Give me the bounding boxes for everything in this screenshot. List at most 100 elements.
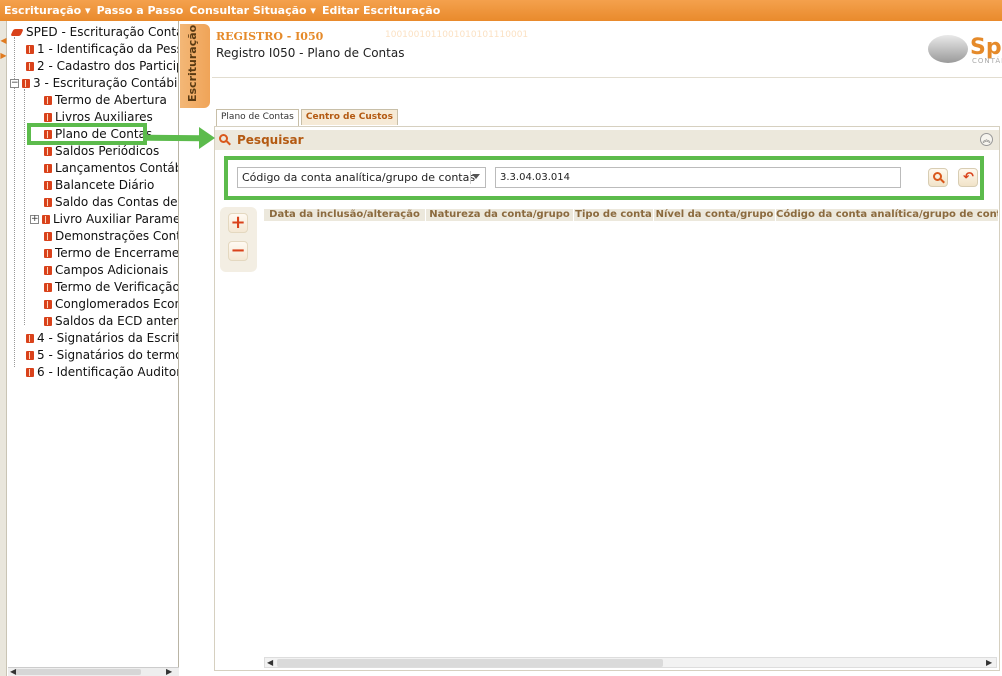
tree-item-label: 1 - Identificação da Pessoa Jurídica: [37, 42, 178, 56]
tree-item-termo-abertura[interactable]: Termo de Abertura: [44, 92, 167, 109]
annotation-arrow: [146, 134, 202, 142]
menu-consultar-situacao[interactable]: Consultar Situação ▾: [189, 4, 316, 17]
menu-editar-escrituracao[interactable]: Editar Escrituração: [322, 4, 440, 17]
col-codigo-conta[interactable]: Código da conta analítica/grupo de conta…: [776, 209, 999, 221]
search-title: Pesquisar: [237, 133, 304, 147]
grid-header: Data da inclusão/alteração Natureza da c…: [264, 209, 999, 221]
tree-item-5[interactable]: 5 - Signatários do termo de verificação: [26, 347, 179, 364]
tab-escrituracao-vertical[interactable]: Escrituração: [180, 24, 210, 108]
vertical-tab-label: Escrituração: [186, 24, 199, 102]
tree-item-label: Demonstrações Contábeis: [55, 229, 179, 243]
tree-item-campos-adicionais[interactable]: Campos Adicionais: [44, 262, 168, 279]
book-icon: [42, 215, 50, 224]
tree-item-label: Campos Adicionais: [55, 263, 169, 277]
tree-item-label: 2 - Cadastro dos Participantes: [37, 59, 178, 73]
tree-item-label: Saldos Periódicos: [55, 144, 160, 158]
tree-item-label: Termo de Abertura: [55, 93, 167, 107]
collapse-left-icon[interactable]: ◀: [0, 36, 7, 46]
scroll-thumb[interactable]: [277, 659, 663, 667]
scroll-right-icon[interactable]: ▶: [986, 658, 992, 667]
tree-item-saldos-ecd[interactable]: Saldos da ECD anterior: [44, 313, 178, 330]
tree-item-termo-verificacao[interactable]: Termo de Verificação: [44, 279, 178, 296]
book-icon: [44, 181, 52, 190]
collapse-strip[interactable]: ◀ ▶: [0, 21, 7, 676]
tree-root-label: SPED - Escrituração Contábil: [26, 25, 178, 39]
sped-logo: Sped CONTÁBIL: [928, 33, 1002, 67]
search-value-input[interactable]: 3.3.04.03.014: [495, 167, 901, 188]
tree-item-label: Termo de Encerramento: [55, 246, 179, 260]
tree-root[interactable]: SPED - Escrituração Contábil: [10, 24, 178, 41]
col-tipo-conta[interactable]: Tipo de conta: [574, 209, 654, 221]
tree-item-label: 3 - Escrituração Contábil: [33, 76, 179, 90]
undo-icon: ↶: [963, 170, 974, 185]
sped-icon: [10, 29, 24, 36]
tree-item-6[interactable]: 6 - Identificação Auditores: [26, 364, 178, 381]
search-filter-highlight: Código da conta analítica/grupo de conta…: [224, 156, 984, 200]
scroll-left-icon[interactable]: ◀: [267, 658, 273, 667]
search-icon: [219, 134, 231, 146]
undo-button[interactable]: ↶: [958, 168, 978, 187]
remove-button[interactable]: −: [228, 241, 248, 261]
book-icon: [26, 368, 34, 377]
col-natureza[interactable]: Natureza da conta/grupo: [426, 209, 574, 221]
tab-centro-de-custos[interactable]: Centro de Custos: [300, 109, 398, 125]
tree-item-label: 4 - Signatários da Escrituração: [37, 331, 179, 345]
logo-subtitle: CONTÁBIL: [972, 57, 1002, 65]
register-code: REGISTRO - I050: [216, 30, 324, 43]
book-icon: [44, 232, 52, 241]
search-field-selected: Código da conta analítica/grupo de conta…: [242, 171, 476, 184]
tree-item-3[interactable]: − 3 - Escrituração Contábil: [10, 75, 179, 92]
tree-item-balancete[interactable]: Balancete Diário: [44, 177, 154, 194]
tree-item-lancamentos[interactable]: Lançamentos Contábeis: [44, 160, 178, 177]
col-nivel[interactable]: Nível da conta/grupo: [654, 209, 776, 221]
scroll-right-icon[interactable]: ▶: [166, 667, 172, 676]
tree-item-label: Saldo das Contas de Resultado: [55, 195, 178, 209]
tree-horizontal-scrollbar[interactable]: ◀ ▶: [8, 667, 179, 676]
book-icon: [44, 96, 52, 105]
book-icon: [44, 300, 52, 309]
tree-item-2[interactable]: 2 - Cadastro dos Participantes: [26, 58, 178, 75]
tree-item-termo-encerramento[interactable]: Termo de Encerramento: [44, 245, 179, 262]
grid-horizontal-scrollbar[interactable]: ◀ ▶: [264, 657, 997, 668]
book-icon: [44, 249, 52, 258]
expand-icon[interactable]: +: [30, 215, 39, 224]
scroll-thumb[interactable]: [16, 669, 141, 675]
content-panel: Pesquisar ︽ Código da conta analítica/gr…: [214, 126, 1000, 671]
book-icon: [26, 351, 34, 360]
tree-item-saldos-periodicos[interactable]: Saldos Periódicos: [44, 143, 159, 160]
tree-item-conglomerados[interactable]: Conglomerados Econômicos: [44, 296, 178, 313]
tab-plano-de-contas[interactable]: Plano de Contas: [216, 109, 299, 126]
collapse-up-icon[interactable]: ︽: [980, 133, 993, 146]
header-decoration: 1001001011001010101110001: [385, 30, 529, 40]
book-icon: [26, 45, 34, 54]
tree-item-demonstracoes[interactable]: Demonstrações Contábeis: [44, 228, 179, 245]
tree-item-label: Lançamentos Contábeis: [55, 161, 178, 175]
book-icon: [44, 147, 52, 156]
col-data-inclusao[interactable]: Data da inclusão/alteração: [264, 209, 426, 221]
navigation-tree: SPED - Escrituração Contábil 1 - Identif…: [8, 21, 179, 676]
book-icon: [44, 164, 52, 173]
page-title: Registro I050 - Plano de Contas: [216, 46, 405, 60]
chevron-down-icon: [472, 174, 480, 179]
book-icon: [22, 79, 30, 88]
tree-item-livro-auxiliar[interactable]: + Livro Auxiliar Parametrizável: [30, 211, 178, 228]
add-button[interactable]: +: [228, 213, 248, 233]
tree-item-label: 5 - Signatários do termo de verificação: [37, 348, 179, 362]
tree-item-label: Conglomerados Econômicos: [55, 297, 178, 311]
logo-disc-icon: [928, 35, 968, 63]
tree-item-saldo-contas[interactable]: Saldo das Contas de Resultado: [44, 194, 178, 211]
tree-item-4[interactable]: 4 - Signatários da Escrituração: [26, 330, 179, 347]
search-icon: [933, 172, 945, 184]
book-icon: [44, 317, 52, 326]
expand-right-icon[interactable]: ▶: [0, 51, 7, 61]
menu-passo-a-passo[interactable]: Passo a Passo: [97, 4, 184, 17]
tree-item-1[interactable]: 1 - Identificação da Pessoa Jurídica: [26, 41, 178, 58]
tree-highlight-box: [27, 123, 147, 145]
search-button[interactable]: [928, 168, 948, 187]
tab-strip: Plano de Contas Centro de Custos: [216, 109, 400, 126]
search-field-select[interactable]: Código da conta analítica/grupo de conta…: [237, 167, 486, 188]
menu-escrituracao[interactable]: Escrituração ▾: [4, 4, 91, 17]
arrow-right-icon: [199, 127, 215, 149]
search-header[interactable]: Pesquisar ︽: [215, 130, 999, 150]
collapse-icon[interactable]: −: [10, 79, 19, 88]
